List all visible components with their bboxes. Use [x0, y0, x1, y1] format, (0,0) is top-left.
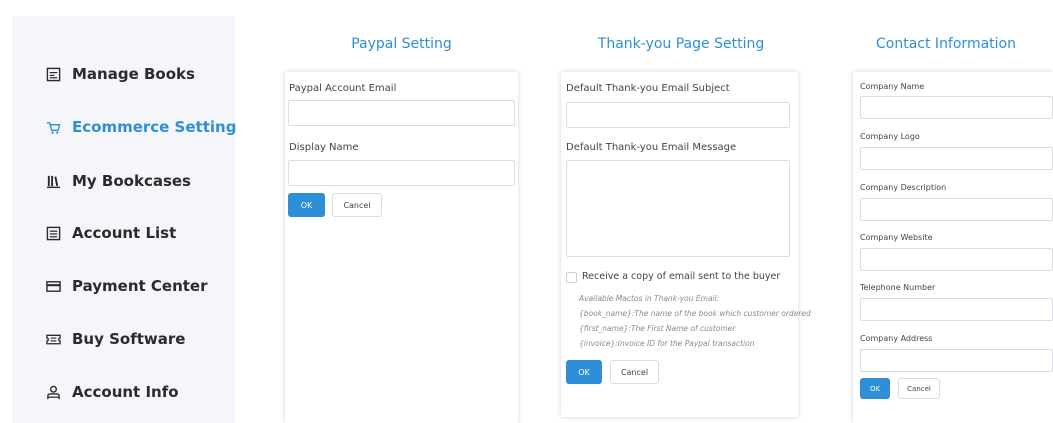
contact-title: Contact Information — [876, 36, 1016, 52]
company-name-field[interactable] — [860, 96, 1053, 119]
display-name-field[interactable] — [288, 160, 515, 186]
company-address-field[interactable] — [860, 349, 1053, 372]
sidebar: Manage Books Ecommerce Setting My Bookca… — [12, 16, 236, 423]
thankyou-message-label: Default Thank-you Email Message — [566, 142, 737, 153]
sidebar-item-label: Manage Books — [72, 65, 195, 83]
thankyou-title: Thank-you Page Setting — [597, 36, 765, 52]
company-website-field[interactable] — [860, 248, 1053, 271]
cart-icon — [44, 118, 62, 136]
ticket-icon — [44, 330, 62, 348]
telephone-number-field[interactable] — [860, 298, 1053, 321]
sidebar-item-payment-center[interactable]: Payment Center — [44, 274, 208, 298]
company-logo-label: Company Logo — [860, 132, 920, 141]
sidebar-item-account-list[interactable]: Account List — [44, 221, 176, 245]
card-icon — [44, 277, 62, 295]
copy-email-checkbox[interactable] — [566, 272, 577, 283]
sidebar-item-label: Ecommerce Setting — [72, 118, 237, 136]
sidebar-item-label: Account Info — [72, 383, 179, 401]
sidebar-item-label: My Bookcases — [72, 172, 191, 190]
user-icon — [44, 383, 62, 401]
display-name-label: Display Name — [289, 142, 359, 153]
list-icon — [44, 224, 62, 242]
book-list-icon — [44, 65, 62, 83]
paypal-cancel-button[interactable]: Cancel — [332, 193, 382, 217]
bookcase-icon — [44, 172, 62, 190]
paypal-email-label: Paypal Account Email — [289, 83, 397, 94]
sidebar-item-my-bookcases[interactable]: My Bookcases — [44, 169, 191, 193]
sidebar-item-label: Account List — [72, 224, 177, 242]
thankyou-panel: Default Thank-you Email Subject Default … — [561, 72, 811, 417]
sidebar-item-ecommerce-setting[interactable]: Ecommerce Setting — [44, 115, 236, 139]
contact-cancel-button[interactable]: Cancel — [898, 378, 940, 399]
thankyou-subject-field[interactable] — [566, 102, 790, 128]
paypal-ok-button[interactable]: OK — [288, 193, 325, 217]
company-description-field[interactable] — [860, 198, 1053, 221]
macro-line: {book_name}:The name of the book which c… — [579, 309, 811, 318]
contact-ok-button[interactable]: OK — [860, 378, 890, 399]
contact-panel: Company Name Company Logo Company Descri… — [853, 72, 1053, 423]
sidebar-item-manage-books[interactable]: Manage Books — [44, 62, 195, 86]
company-name-label: Company Name — [860, 82, 925, 91]
copy-email-label: Receive a copy of email sent to the buye… — [582, 271, 781, 282]
sidebar-item-account-info[interactable]: Account Info — [44, 380, 179, 404]
thankyou-subject-label: Default Thank-you Email Subject — [566, 83, 730, 94]
company-website-label: Company Website — [860, 233, 933, 242]
paypal-panel: Paypal Account Email Display Name OK Can… — [285, 72, 518, 423]
sidebar-item-buy-software[interactable]: Buy Software — [44, 327, 185, 351]
company-address-label: Company Address — [860, 334, 933, 343]
company-description-label: Company Description — [860, 183, 947, 192]
macro-line: {first_name}:The First Name of customer — [579, 324, 736, 333]
thankyou-ok-button[interactable]: OK — [566, 360, 602, 384]
paypal-email-field[interactable] — [288, 100, 515, 126]
sidebar-item-label: Buy Software — [72, 330, 186, 348]
thankyou-cancel-button[interactable]: Cancel — [610, 360, 659, 384]
macro-line: Available Mactos in Thank-you Email: — [579, 294, 720, 303]
thankyou-message-textarea[interactable] — [566, 160, 790, 257]
paypal-title: Paypal Setting — [351, 36, 452, 52]
macro-line: {invoice}:Invoice ID for the Paypal tran… — [579, 339, 755, 348]
sidebar-item-label: Payment Center — [72, 277, 208, 295]
company-logo-field[interactable] — [860, 147, 1053, 170]
telephone-number-label: Telephone Number — [860, 283, 936, 292]
